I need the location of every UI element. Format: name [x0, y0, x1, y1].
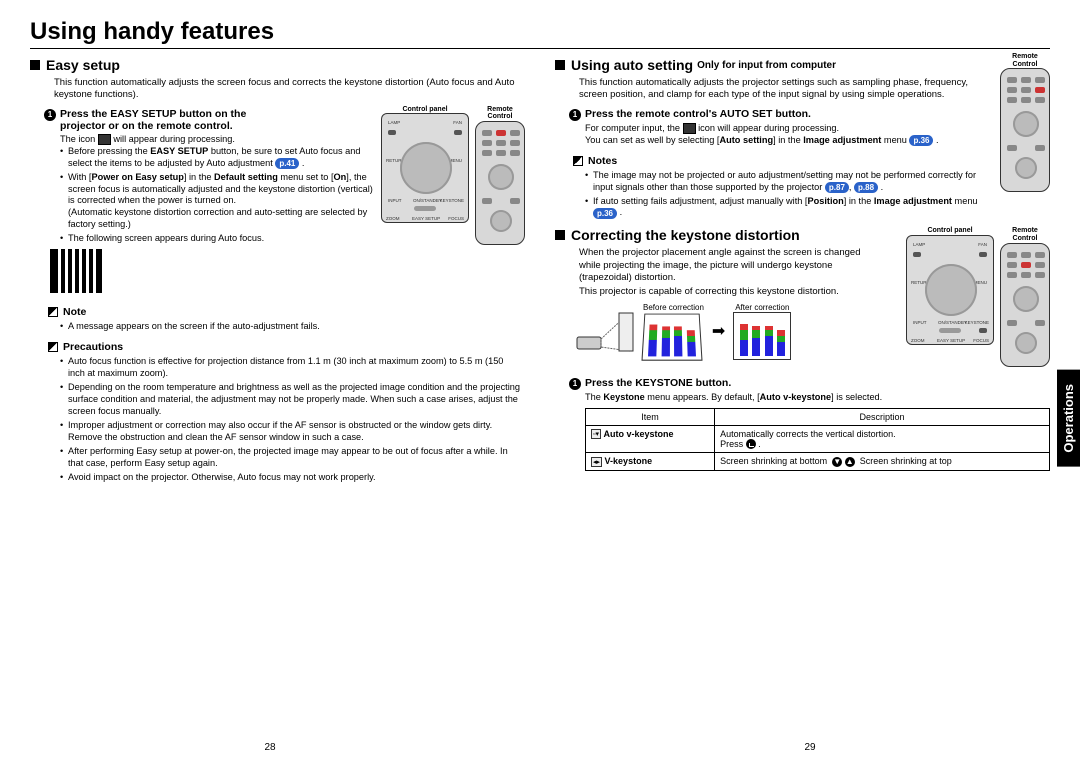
auto-setting-heading: Using auto settingOnly for input from co…	[555, 57, 992, 73]
precaution-4: After performing Easy setup at power-on,…	[60, 446, 521, 470]
notes-heading: Notes	[573, 155, 992, 167]
chart-after-icon	[733, 312, 791, 360]
th-desc: Description	[715, 408, 1050, 425]
bullet-before-pressing: Before pressing the EASY SETUP button, b…	[60, 146, 525, 170]
th-item: Item	[586, 408, 715, 425]
control-panel-diagram-2: LAMP FAN RETURN MENU INPUT KEYSTONE ON/S…	[906, 235, 994, 345]
enter-icon	[746, 439, 756, 449]
keystone-intro: When the projector placement angle again…	[579, 247, 880, 284]
keystone-table: ItemDescription ▫▾ Auto v-keystone Autom…	[585, 408, 1050, 471]
arrow-down-icon: ▼	[832, 457, 842, 467]
step-easy-setup: 1 Press the EASY SETUP button on theproj…	[44, 108, 373, 132]
arrow-up-icon: ▲	[845, 457, 855, 467]
right-column: Remote Control	[555, 57, 1050, 486]
control-panel-label: Control panel	[381, 106, 469, 114]
left-column: Easy setup This function automatically a…	[30, 57, 525, 486]
focus-pattern-icon	[50, 249, 102, 293]
step-number-icon: 1	[44, 109, 56, 121]
table-row: ◂▸ V-keystone Screen shrinking at bottom…	[586, 453, 1050, 471]
precaution-1: Auto focus function is effective for pro…	[60, 356, 521, 380]
auto-setting-intro: This function automatically adjusts the …	[579, 77, 980, 102]
keystone-menu-text: The Keystone menu appears. By default, […	[585, 392, 1050, 404]
easy-setup-heading: Easy setup	[30, 57, 525, 73]
note-bullet: A message appears on the screen if the a…	[60, 321, 525, 333]
side-tab: Operations	[1057, 370, 1080, 467]
page-ref-icon: p.36	[909, 135, 933, 146]
processing-icon	[98, 134, 111, 145]
device-illustration-right: Control panel LAMP FAN RETURN MENU INPUT…	[906, 227, 1050, 366]
select-auto-setting-text: You can set as well by selecting [Auto s…	[585, 135, 1050, 147]
processing-icon	[683, 123, 696, 134]
keystone-intro-2: This projector is capable of correcting …	[579, 286, 880, 298]
precaution-3: Improper adjustment or correction may al…	[60, 420, 521, 444]
table-row: ▫▾ Auto v-keystone Automatically correct…	[586, 425, 1050, 453]
bullet-power-on: With [Power on Easy setup] in the Defaul…	[60, 172, 525, 232]
easy-setup-button-icon	[496, 130, 506, 136]
note-heading: Note	[48, 306, 525, 318]
after-label: After correction	[733, 303, 791, 312]
keystone-heading: Correcting the keystone distortion	[555, 227, 898, 243]
v-keystone-icon: ◂▸	[591, 457, 602, 467]
chart-before-icon	[641, 313, 702, 360]
step-keystone: 1Press the KEYSTONE button.	[569, 377, 1050, 390]
notes-bullet-2: If auto setting fails adjustment, adjust…	[585, 196, 1050, 220]
remote-label: Remote Control	[475, 106, 525, 121]
easy-setup-intro: This function automatically adjusts the …	[54, 77, 525, 102]
precautions-heading: Precautions	[48, 341, 525, 353]
precaution-5: Avoid impact on the projector. Otherwise…	[60, 472, 521, 484]
arrow-right-icon: ➡	[712, 321, 725, 341]
precaution-2: Depending on the room temperature and br…	[60, 382, 521, 418]
remote-diagram-3	[1000, 243, 1050, 367]
page-title: Using handy features	[30, 18, 1050, 46]
title-rule	[30, 48, 1050, 49]
page-ref-icon: p.41	[275, 158, 299, 169]
keystone-remote-button-icon	[1021, 262, 1031, 268]
page-numbers: 28 29	[0, 742, 1080, 753]
page-num-right: 29	[804, 742, 815, 753]
step-auto-set: 1Press the remote control's AUTO SET but…	[569, 108, 992, 121]
projector-icon	[575, 307, 635, 355]
notes-bullet-1: The image may not be projected or auto a…	[585, 170, 1050, 194]
distortion-illustration: Before correction ➡ After correction	[575, 303, 898, 360]
bullet-following-screen: The following screen appears during Auto…	[60, 233, 525, 245]
page-num-left: 28	[264, 742, 275, 753]
computer-input-text: For computer input, the icon will appear…	[585, 123, 1050, 135]
before-label: Before correction	[643, 303, 704, 312]
auto-set-button-icon	[1035, 87, 1045, 93]
auto-v-icon: ▫▾	[591, 429, 601, 439]
keystone-button-icon	[979, 328, 987, 333]
